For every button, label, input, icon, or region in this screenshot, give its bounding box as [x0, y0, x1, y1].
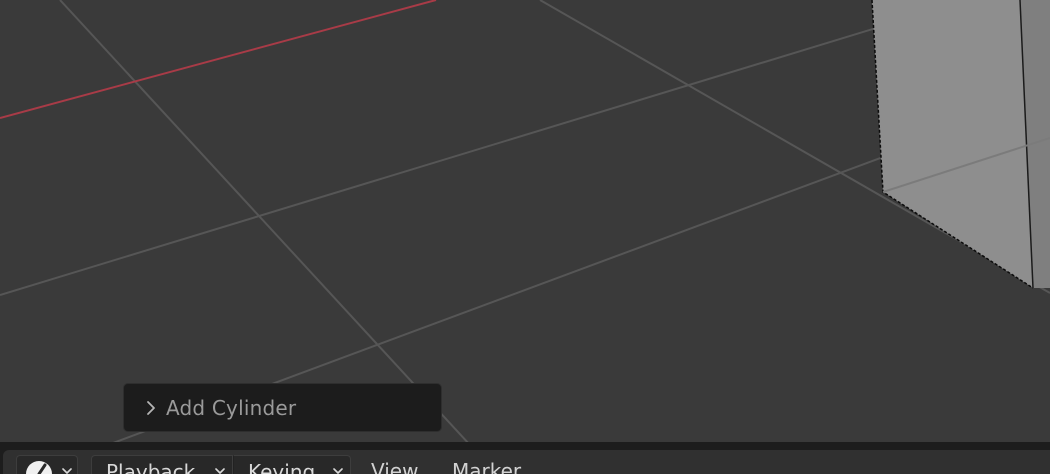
playback-label: Playback	[106, 460, 196, 474]
clock-icon	[26, 461, 52, 474]
operator-panel-label: Add Cylinder	[166, 395, 297, 420]
chevron-right-icon[interactable]	[142, 399, 160, 417]
playback-menu-button[interactable]: Playback	[91, 455, 233, 474]
grid-line	[59, 0, 469, 442]
keying-label: Keying	[248, 460, 316, 474]
marker-menu[interactable]: Marker	[452, 459, 521, 474]
editor-type-button[interactable]	[16, 455, 78, 474]
chevron-down-icon	[62, 468, 72, 474]
blender-window: Add Cylinder Playback Keying View Marker	[0, 0, 1050, 474]
view-menu[interactable]: View	[371, 459, 418, 474]
viewport-canvas[interactable]	[0, 0, 1050, 442]
3d-viewport[interactable]: Add Cylinder	[0, 0, 1050, 442]
keying-menu-button[interactable]: Keying	[233, 455, 351, 474]
selected-object[interactable]	[871, 0, 1050, 289]
object-face[interactable]	[872, 0, 1033, 288]
chevron-down-icon	[215, 468, 225, 474]
x-axis-line	[0, 0, 437, 119]
chevron-down-icon	[333, 468, 343, 474]
last-operator-panel[interactable]: Add Cylinder	[123, 383, 442, 432]
